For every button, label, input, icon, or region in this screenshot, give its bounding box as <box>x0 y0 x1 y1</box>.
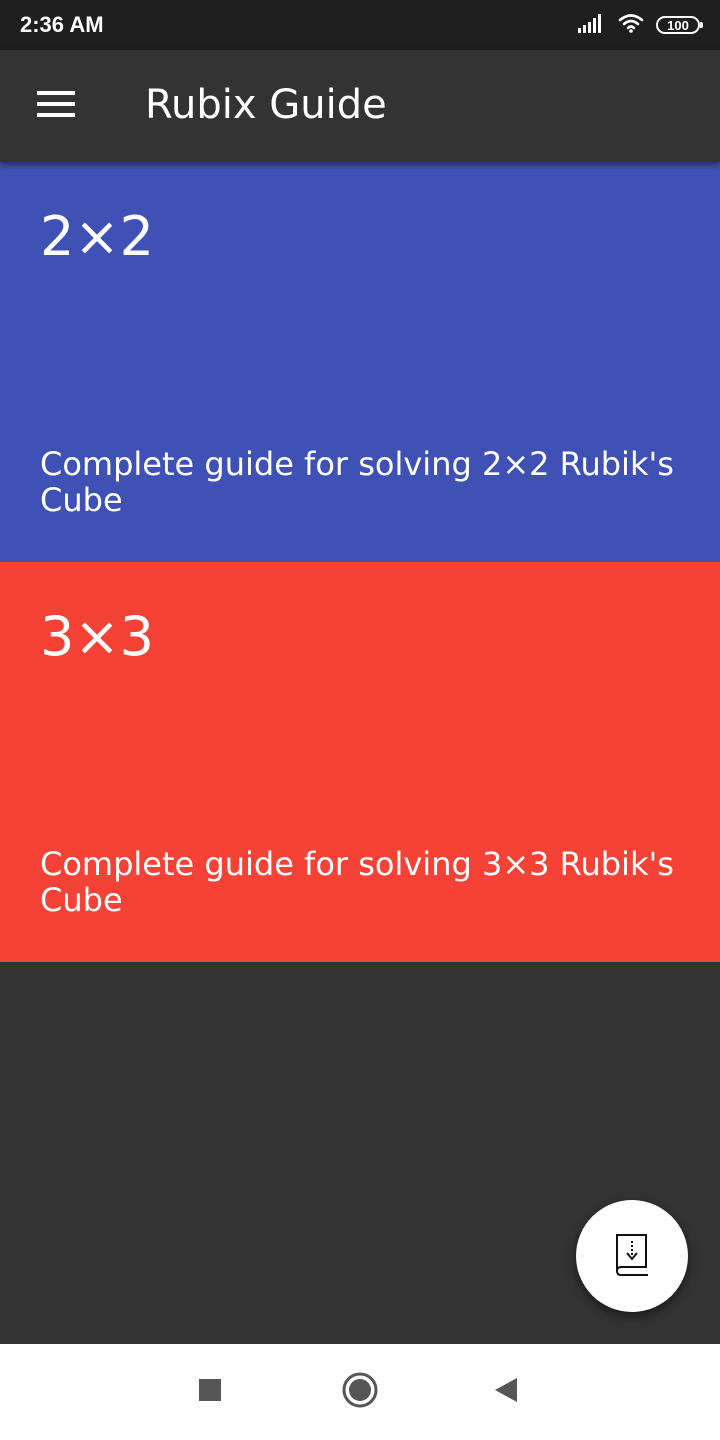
download-guide-button[interactable] <box>576 1200 688 1312</box>
status-icons: 100 <box>578 12 703 38</box>
app-bar: Rubix Guide <box>0 50 720 162</box>
battery-icon: 100 <box>656 16 703 34</box>
recents-square-icon <box>198 1378 222 1406</box>
card-description: Complete guide for solving 2×2 Rubik's C… <box>40 445 674 519</box>
battery-level: 100 <box>667 17 689 33</box>
card-title: 2×2 <box>40 205 154 268</box>
card-3x3[interactable]: 3×3 Complete guide for solving 3×3 Rubik… <box>0 562 720 962</box>
wifi-icon <box>618 13 644 37</box>
signal-icon <box>578 13 606 37</box>
recents-button[interactable] <box>186 1368 234 1416</box>
card-2x2[interactable]: 2×2 Complete guide for solving 2×2 Rubik… <box>0 162 720 562</box>
status-time: 2:36 AM <box>20 12 104 37</box>
home-circle-icon <box>340 1370 380 1414</box>
card-description: Complete guide for solving 3×3 Rubik's C… <box>40 845 674 919</box>
menu-button[interactable] <box>26 76 86 136</box>
hamburger-menu-icon <box>37 90 75 122</box>
status-bar: 2:36 AM 100 <box>0 0 720 50</box>
card-title: 3×3 <box>40 605 154 668</box>
back-triangle-icon <box>493 1376 519 1408</box>
home-button[interactable] <box>336 1368 384 1416</box>
page-title: Rubix Guide <box>145 82 387 128</box>
back-button[interactable] <box>482 1368 530 1416</box>
navigation-bar <box>0 1344 720 1440</box>
book-download-icon <box>612 1231 652 1281</box>
